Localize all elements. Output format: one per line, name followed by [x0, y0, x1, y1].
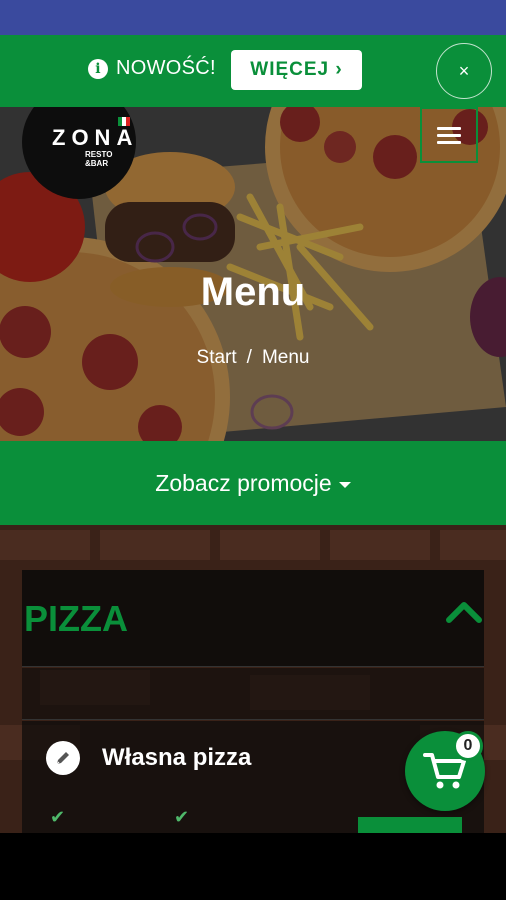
promotions-toggle[interactable]: Zobacz promocje	[0, 441, 506, 525]
system-nav-bar	[0, 833, 506, 900]
breadcrumb-current: Menu	[261, 347, 310, 368]
breadcrumb: Start / Menu	[0, 347, 506, 369]
page-title: Menu	[200, 270, 306, 314]
more-button[interactable]: WIĘCEJ ›	[231, 50, 362, 90]
caret-down-icon	[338, 481, 351, 488]
menu-toggle-button[interactable]	[420, 107, 478, 163]
logo-subtitle: RESTO &BAR	[85, 150, 112, 168]
breadcrumb-separator: /	[246, 347, 252, 368]
logo-subtitle-line1: RESTO	[85, 150, 113, 159]
add-option-tab[interactable]	[358, 817, 462, 833]
close-icon[interactable]: ×	[436, 43, 492, 99]
check-icon: ✔	[174, 807, 190, 827]
category-separator-row	[22, 668, 484, 720]
breadcrumb-home-link[interactable]: Start	[197, 347, 237, 368]
category-title: PIZZA	[24, 598, 128, 639]
info-icon: i	[88, 58, 108, 79]
pencil-icon	[46, 741, 80, 775]
category-header-pizza[interactable]: PIZZA	[22, 570, 484, 667]
status-bar	[0, 0, 506, 35]
notice-text: NOWOŚĆ!	[116, 57, 216, 79]
cart-count-badge: 0	[453, 731, 483, 761]
hero-section: ZONA RESTO &BAR Menu Start / Menu	[0, 107, 506, 441]
promotions-label: Zobacz promocje	[155, 469, 332, 496]
logo-subtitle-line2: &BAR	[85, 159, 109, 168]
notice-banner: i NOWOŚĆ! WIĘCEJ › ×	[0, 35, 506, 107]
product-name: Własna pizza	[102, 744, 252, 771]
cart-button[interactable]: 0	[405, 731, 485, 811]
logo-text: ZONA	[52, 125, 139, 150]
chevron-up-icon[interactable]	[445, 600, 483, 624]
check-icon: ✔	[50, 807, 66, 827]
hamburger-icon	[437, 123, 461, 148]
italian-flag-icon	[118, 117, 130, 126]
notice-text-group: i NOWOŚĆ!	[88, 57, 216, 80]
